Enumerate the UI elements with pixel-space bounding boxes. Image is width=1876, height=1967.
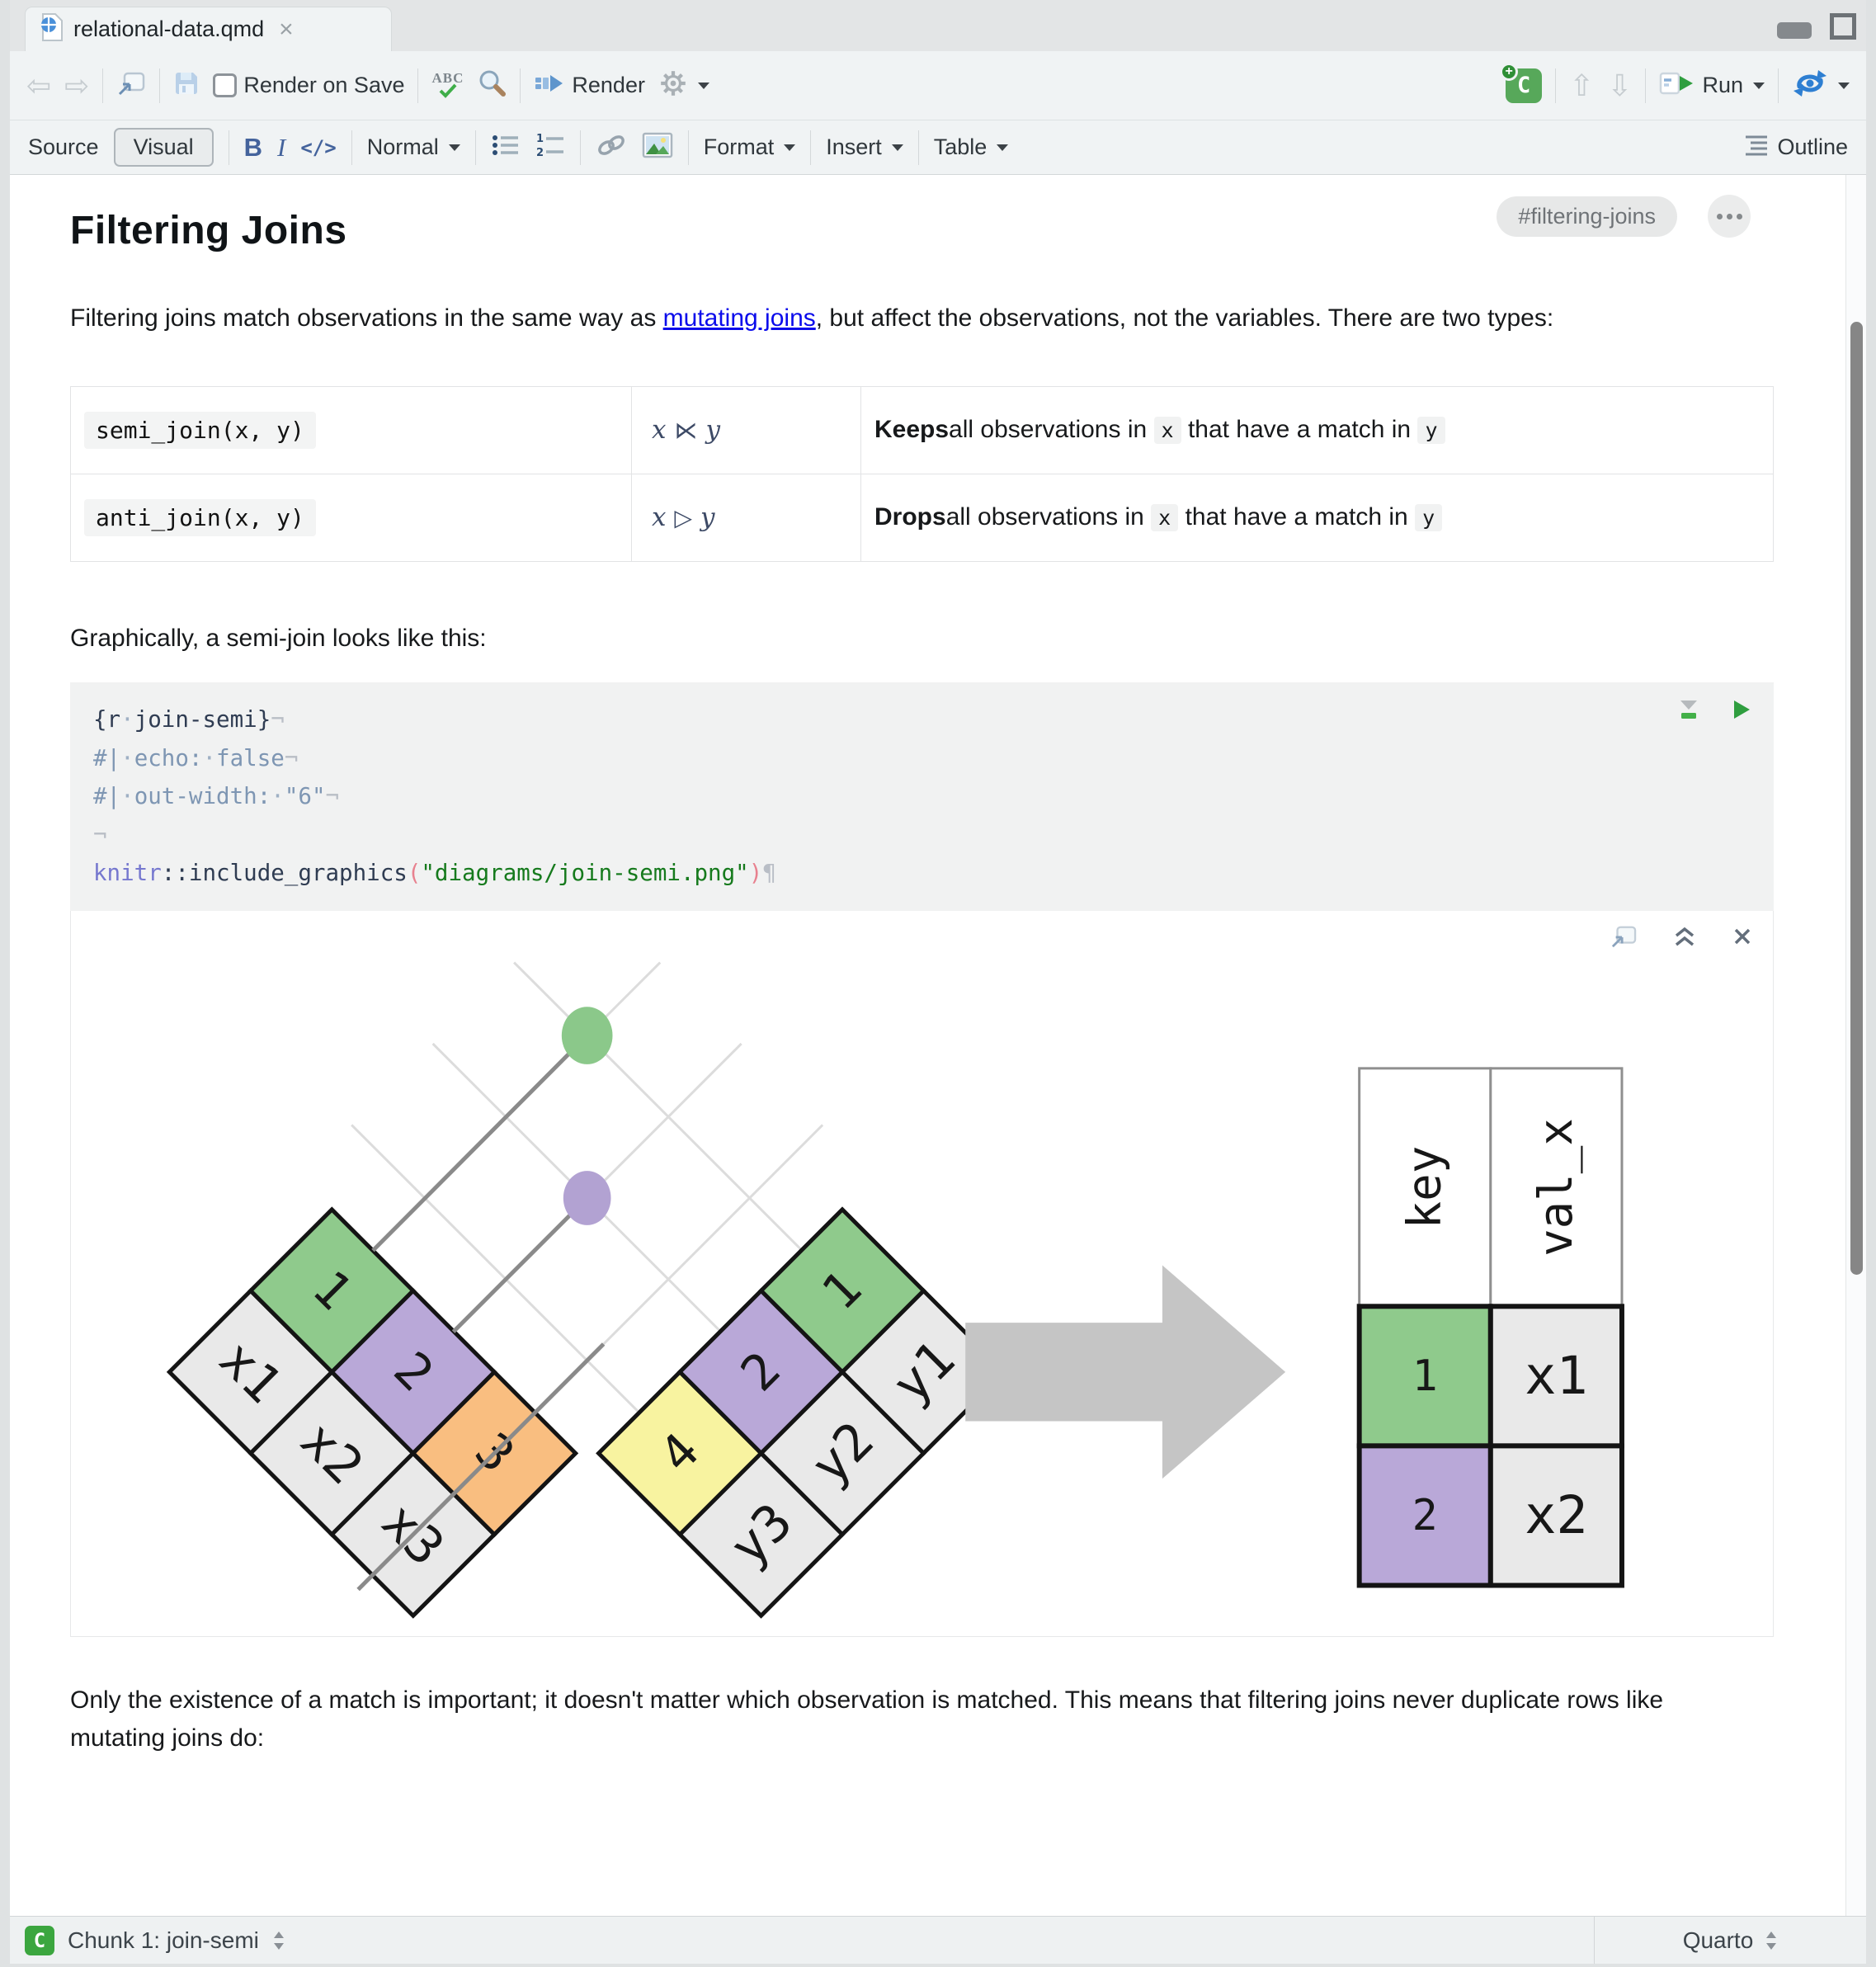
back-icon[interactable]: ⇦ <box>26 70 51 101</box>
tab-title: relational-data.qmd <box>73 17 265 41</box>
svg-text:key: key <box>1398 1145 1452 1229</box>
run-next-icon[interactable]: ⇩ <box>1607 70 1632 101</box>
visual-editor: Filtering Joins #filtering-joins Filteri… <box>10 175 1866 1916</box>
svg-text:2: 2 <box>1412 1490 1438 1540</box>
forward-icon[interactable]: ⇨ <box>64 70 89 101</box>
minimize-icon[interactable] <box>1777 22 1812 39</box>
svg-text:x2: x2 <box>1525 1484 1588 1545</box>
sync-icon <box>1792 68 1828 102</box>
chunk-output: 1x12x23x31y12y24y3keyval_x1x12x2 <box>70 910 1774 1637</box>
run-button[interactable]: Run <box>1659 70 1765 101</box>
scrollbar-thumb[interactable] <box>1850 322 1863 1275</box>
chunk-navigator[interactable]: C Chunk 1: join-semi <box>10 1925 1594 1955</box>
search-icon[interactable] <box>477 68 507 102</box>
intro-paragraph: Filtering joins match observations in th… <box>70 304 1554 332</box>
save-icon[interactable] <box>173 70 200 101</box>
paragraph-style-dropdown[interactable]: Normal <box>367 134 460 160</box>
table-cell-description: Drops all observations in x that have a … <box>861 474 1773 562</box>
render-on-save-checkbox[interactable] <box>213 73 238 97</box>
outline-icon <box>1744 134 1770 161</box>
svg-text:1: 1 <box>1412 1351 1438 1400</box>
inline-code-icon[interactable]: </> <box>300 136 336 159</box>
svg-text:x1: x1 <box>1525 1345 1588 1406</box>
render-button[interactable]: Render <box>534 70 645 101</box>
show-in-new-window-icon[interactable] <box>1610 924 1638 953</box>
quarto-file-icon <box>39 12 64 46</box>
up-down-icon <box>273 1931 284 1950</box>
chevron-down-icon <box>1838 82 1850 89</box>
scrollbar-track[interactable] <box>1845 175 1866 1916</box>
render-options-button[interactable] <box>658 68 709 102</box>
chevron-down-icon <box>697 82 709 89</box>
bullet-list-icon[interactable] <box>491 132 521 163</box>
insert-chunk-button[interactable]: + C <box>1500 62 1543 103</box>
chevron-down-icon <box>891 144 903 151</box>
tab-strip: relational-data.qmd × <box>10 0 1866 51</box>
svg-text:1: 1 <box>536 133 544 145</box>
outline-toggle[interactable]: Outline <box>1744 134 1848 161</box>
table-menu[interactable]: Table <box>934 134 1009 160</box>
chunk-label: Chunk 1: join-semi <box>68 1927 259 1953</box>
run-chunk-icon[interactable] <box>1731 698 1752 725</box>
svg-text:2: 2 <box>536 147 544 158</box>
maximize-icon[interactable] <box>1830 13 1856 40</box>
mutating-joins-link[interactable]: mutating joins <box>663 304 816 332</box>
source-on-save-button[interactable] <box>1792 68 1850 102</box>
run-previous-icon[interactable]: ⇧ <box>1569 70 1594 101</box>
format-toolbar: Source Visual B I </> Normal 12 Format I… <box>10 120 1866 175</box>
table-cell-math: x ▷ y <box>632 474 861 562</box>
visual-mode-button[interactable]: Visual <box>113 128 214 167</box>
run-chunks-above-icon[interactable] <box>1675 697 1703 726</box>
numbered-list-icon[interactable]: 12 <box>535 132 565 163</box>
mode-label: Quarto <box>1682 1927 1754 1953</box>
chevron-down-icon <box>448 144 460 151</box>
chevron-down-icon <box>1753 82 1765 89</box>
document-tab[interactable]: relational-data.qmd × <box>25 7 392 51</box>
gear-icon <box>658 68 688 102</box>
more-options-button[interactable] <box>1708 195 1751 238</box>
code-chunk[interactable]: {r·join-semi}¬ #|·echo:·false¬ #|·out-widt… <box>70 682 1774 911</box>
editor-mode-selector[interactable]: Quarto <box>1594 1917 1866 1964</box>
chevron-down-icon <box>997 144 1009 151</box>
insert-menu[interactable]: Insert <box>826 134 903 160</box>
main-toolbar: ⇦ ⇨ Render on Save ABC Render + C ⇧ ⇩ Ru… <box>10 51 1866 120</box>
spellcheck-icon[interactable]: ABC <box>431 71 464 99</box>
collapse-output-icon[interactable] <box>1672 926 1697 951</box>
join-types-table: semi_join(x, y) x ⋉ y Keeps all observatio… <box>70 385 1774 562</box>
bold-icon[interactable]: B <box>244 133 262 163</box>
chevron-down-icon <box>784 144 796 151</box>
close-output-icon[interactable] <box>1732 926 1753 951</box>
plus-badge-icon: + <box>1500 62 1519 81</box>
run-icon <box>1659 70 1695 101</box>
svg-text:val_x: val_x <box>1530 1118 1583 1257</box>
up-down-icon <box>1766 1931 1777 1950</box>
render-on-save-toggle[interactable]: Render on Save <box>213 73 404 98</box>
join-semi-diagram: 1x12x23x31y12y24y3keyval_x1x12x2 <box>166 960 1624 1619</box>
italic-icon[interactable]: I <box>277 133 285 163</box>
close-tab-icon[interactable]: × <box>279 17 294 42</box>
table-cell-description: Keeps all observations in x that have a … <box>861 387 1773 474</box>
source-mode-button[interactable]: Source <box>28 134 99 160</box>
format-menu[interactable]: Format <box>704 134 796 160</box>
image-icon[interactable] <box>642 132 673 163</box>
table-cell-code: semi_join(x, y) <box>71 386 632 474</box>
chunk-icon: C <box>25 1925 54 1955</box>
chunk-source-code[interactable]: {r·join-semi}¬ #|·echo:·false¬ #|·out-widt… <box>93 700 1751 893</box>
status-bar: C Chunk 1: join-semi Quarto <box>10 1916 1866 1964</box>
table-cell-code: anti_join(x, y) <box>71 474 632 562</box>
render-icon <box>534 70 565 101</box>
link-icon[interactable] <box>596 132 627 163</box>
section-anchor-badge: #filtering-joins <box>1497 196 1677 237</box>
closing-paragraph: Only the existence of a match is importa… <box>70 1686 1664 1752</box>
open-in-new-window-icon[interactable] <box>116 70 146 101</box>
table-cell-math: x ⋉ y <box>632 386 861 474</box>
graphically-paragraph: Graphically, a semi-join looks like this… <box>70 624 487 652</box>
